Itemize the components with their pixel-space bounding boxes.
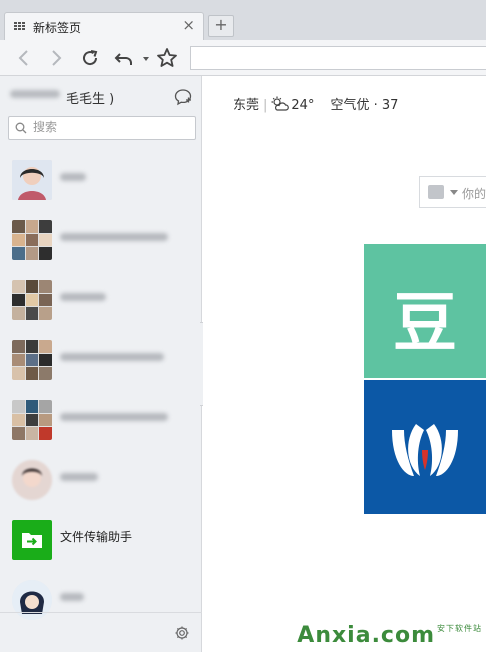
tab-bar: 新标签页 × +	[0, 0, 486, 40]
contact-name: 文件传输助手	[60, 530, 133, 544]
user-row: 毛毛生 )	[0, 76, 202, 112]
avatar	[12, 460, 52, 500]
search-input[interactable]	[33, 120, 183, 134]
chat-sidebar: 毛毛生 ) 搜索 文件传输助手	[0, 76, 202, 652]
watermark-logo: Anxia.com 安下软件站	[297, 623, 482, 648]
temperature: 24°	[291, 98, 315, 113]
contact-name-blurred	[60, 593, 84, 601]
air-quality: 空气优 · 37	[330, 98, 399, 113]
apps-grid-icon	[14, 22, 26, 32]
new-chat-icon[interactable]	[174, 88, 192, 106]
tile-blue-logo[interactable]	[364, 380, 486, 514]
sidebar-footer	[0, 612, 202, 652]
list-item-file-transfer[interactable]: 文件传输助手	[0, 510, 202, 570]
gear-icon[interactable]	[174, 625, 190, 644]
contact-name-blurred	[60, 173, 86, 181]
avatar	[12, 160, 52, 200]
list-item[interactable]	[0, 270, 202, 330]
list-item[interactable]	[0, 390, 202, 450]
contact-name-blurred	[60, 293, 106, 301]
chevron-down-icon	[450, 190, 458, 195]
list-item[interactable]	[0, 150, 202, 210]
douban-logo: 豆	[393, 287, 457, 361]
tab-new-tab[interactable]: 新标签页 ×	[4, 12, 204, 40]
new-tab-button[interactable]: +	[208, 15, 234, 37]
search-placeholder: 你的	[462, 187, 486, 201]
new-tab-page: 东莞 | 24° 空气优 · 37 你的 豆 Anxia.com 安下软件站	[203, 76, 486, 652]
user-name-blurred	[10, 90, 60, 98]
baidu-paw-icon[interactable]	[428, 185, 444, 199]
list-item[interactable]	[0, 210, 202, 270]
user-name: 毛毛生 )	[66, 92, 115, 107]
group-avatar	[12, 340, 52, 380]
tab-title: 新标签页	[33, 21, 82, 35]
close-icon[interactable]: ×	[182, 16, 195, 34]
group-avatar	[12, 220, 52, 260]
undo-icon[interactable]	[112, 46, 136, 70]
city-name: 东莞	[233, 98, 260, 113]
chat-list: 文件传输助手	[0, 150, 202, 630]
contact-name-blurred	[60, 413, 168, 421]
search-box[interactable]	[8, 116, 196, 140]
contact-name-blurred	[60, 353, 164, 361]
partly-cloudy-icon	[271, 96, 290, 111]
tile-douban[interactable]: 豆	[364, 244, 486, 378]
forward-icon[interactable]	[44, 46, 68, 70]
contact-name-blurred	[60, 233, 168, 241]
file-transfer-icon	[12, 520, 52, 560]
back-icon[interactable]	[12, 46, 36, 70]
address-bar[interactable]	[190, 46, 486, 70]
search-icon	[15, 122, 27, 134]
site-logo-icon	[392, 424, 458, 476]
weather-widget[interactable]: 东莞 | 24° 空气优 · 37	[233, 94, 398, 113]
list-item[interactable]	[0, 330, 202, 390]
star-icon[interactable]	[155, 46, 179, 70]
group-avatar	[12, 400, 52, 440]
list-item[interactable]	[0, 450, 202, 510]
reload-icon[interactable]	[78, 46, 102, 70]
contact-name-blurred	[60, 473, 98, 481]
navigation-bar	[0, 40, 486, 76]
group-avatar	[12, 280, 52, 320]
chevron-down-icon[interactable]	[134, 46, 149, 70]
search-engine-box[interactable]: 你的	[419, 176, 486, 208]
